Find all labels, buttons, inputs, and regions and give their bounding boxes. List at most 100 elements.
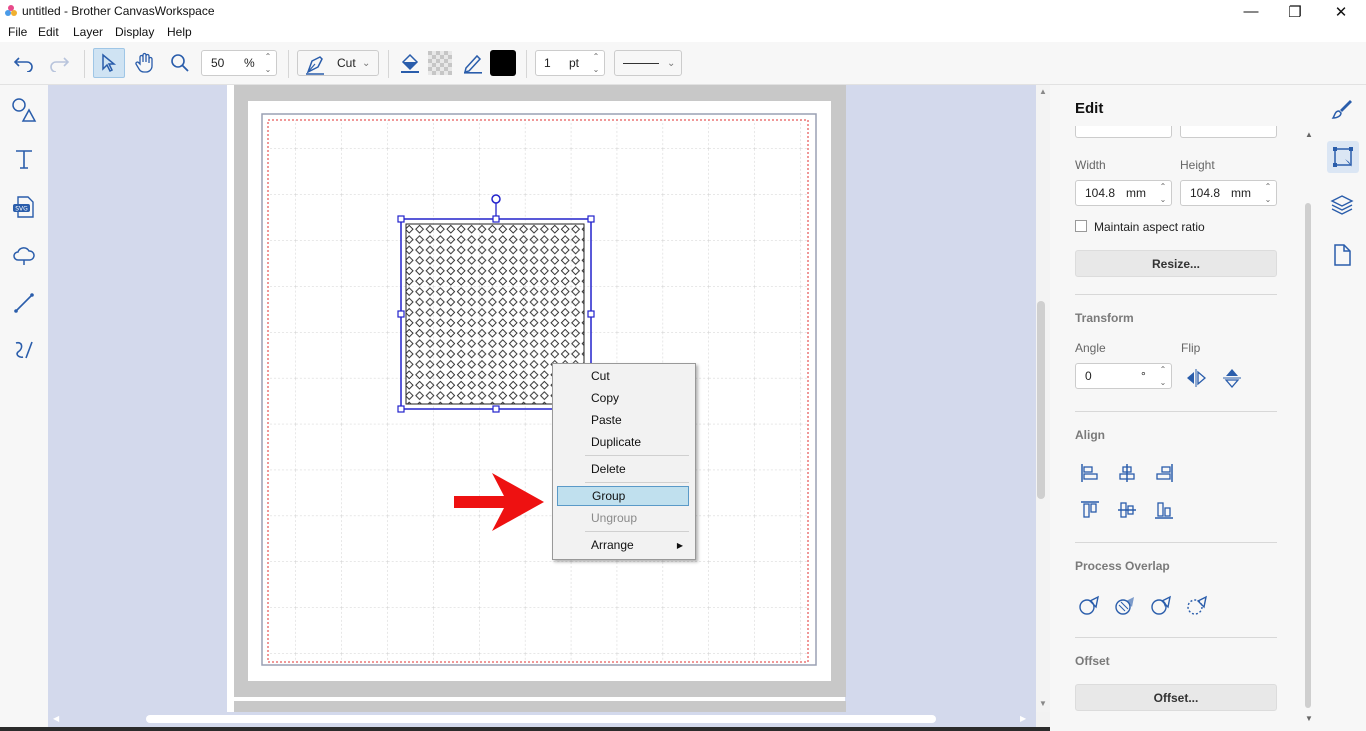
- ctx-duplicate[interactable]: Duplicate: [557, 433, 689, 453]
- cloud-shape-icon: [13, 247, 35, 265]
- maintain-aspect-label: Maintain aspect ratio: [1094, 220, 1205, 234]
- redo-icon: [50, 57, 70, 72]
- red-arrow-icon: [454, 473, 544, 531]
- ctx-group[interactable]: Group: [557, 486, 689, 506]
- fill-pattern-button[interactable]: [426, 49, 454, 77]
- edit-tab[interactable]: [1327, 141, 1359, 173]
- redo-button[interactable]: [45, 49, 73, 77]
- align-middle-icon[interactable]: [1116, 499, 1138, 521]
- ctx-arrange[interactable]: Arrange ▶: [557, 536, 689, 556]
- line-width-stepper[interactable]: ⌃ ⌄: [590, 52, 602, 74]
- chevron-down-icon[interactable]: ⌄: [265, 65, 272, 74]
- ctx-ungroup[interactable]: Ungroup: [557, 509, 689, 529]
- height-field[interactable]: 104.8 mm ⌃ ⌄: [1180, 180, 1277, 206]
- pan-tool-button[interactable]: [131, 49, 159, 77]
- menu-layer[interactable]: Layer: [73, 25, 103, 39]
- section-divider: [1075, 294, 1277, 295]
- width-field[interactable]: 104.8 mm ⌃ ⌄: [1075, 180, 1172, 206]
- line-width-field[interactable]: 1 pt ⌃ ⌄: [535, 50, 605, 76]
- attributes-tab[interactable]: [1328, 95, 1356, 123]
- freehand-tool[interactable]: [10, 336, 38, 364]
- toolbar-divider: [84, 50, 85, 78]
- weld-icon[interactable]: [1078, 593, 1102, 617]
- chevron-down-icon[interactable]: ⌄: [1160, 378, 1167, 387]
- select-tool-button[interactable]: [93, 48, 125, 78]
- resize-button[interactable]: Resize...: [1075, 250, 1277, 277]
- layers-icon: [1330, 195, 1354, 215]
- angle-unit: °: [1141, 369, 1146, 383]
- maintain-aspect-checkbox[interactable]: [1075, 220, 1087, 232]
- window-title: untitled - Brother CanvasWorkspace: [22, 4, 215, 18]
- line-tool[interactable]: [10, 289, 38, 317]
- align-center-icon[interactable]: [1116, 462, 1138, 484]
- align-top-icon[interactable]: [1079, 499, 1101, 521]
- scroll-down-icon[interactable]: ▼: [1305, 714, 1313, 723]
- fill-color-button[interactable]: [396, 49, 424, 77]
- scroll-down-icon[interactable]: ▼: [1039, 699, 1047, 708]
- cut-mode-dropdown[interactable]: Cut ⌄: [297, 50, 379, 76]
- vertical-scroll-thumb[interactable]: [1037, 301, 1045, 499]
- toolbar: 50 % ⌃ ⌄ Cut ⌄ 1 pt ⌃ ⌄ ⌄: [0, 42, 1366, 85]
- panel-scrollbar[interactable]: ▲ ▼: [1302, 128, 1316, 728]
- exclude-icon[interactable]: [1114, 593, 1138, 617]
- chevron-up-icon[interactable]: ⌃: [1160, 182, 1167, 191]
- align-left-icon[interactable]: [1079, 462, 1101, 484]
- flip-vertical-icon[interactable]: [1221, 367, 1243, 389]
- pattern-tool[interactable]: [10, 241, 38, 269]
- line-style-dropdown[interactable]: ⌄: [614, 50, 682, 76]
- zoom-unit: %: [244, 56, 255, 70]
- height-stepper[interactable]: ⌃ ⌄: [1262, 182, 1274, 204]
- intersect-icon[interactable]: [1150, 593, 1174, 617]
- zoom-stepper[interactable]: ⌃ ⌄: [262, 52, 274, 74]
- ctx-delete[interactable]: Delete: [557, 460, 689, 480]
- angle-field[interactable]: 0 ° ⌃ ⌄: [1075, 363, 1172, 389]
- layers-tab[interactable]: [1328, 191, 1356, 219]
- pointer-icon: [102, 53, 117, 73]
- scroll-right-icon[interactable]: ▶: [1020, 714, 1026, 723]
- undo-button[interactable]: [10, 49, 38, 77]
- angle-stepper[interactable]: ⌃ ⌄: [1157, 365, 1169, 387]
- flip-horizontal-icon[interactable]: [1185, 367, 1207, 389]
- offset-button[interactable]: Offset...: [1075, 684, 1277, 711]
- zoom-tool-button[interactable]: [166, 49, 194, 77]
- scroll-left-icon[interactable]: ◀: [53, 714, 59, 723]
- width-stepper[interactable]: ⌃ ⌄: [1157, 182, 1169, 204]
- chevron-up-icon[interactable]: ⌃: [1160, 365, 1167, 374]
- line-color-swatch[interactable]: [490, 50, 516, 76]
- menu-help[interactable]: Help: [167, 25, 192, 39]
- vertical-scrollbar[interactable]: ▲ ▼: [1036, 85, 1050, 712]
- align-right-icon[interactable]: [1153, 462, 1175, 484]
- chevron-down-icon[interactable]: ⌄: [1265, 195, 1272, 204]
- transform-box-icon: [1333, 147, 1353, 167]
- menu-file[interactable]: File: [8, 25, 27, 39]
- menu-display[interactable]: Display: [115, 25, 154, 39]
- chevron-down-icon[interactable]: ⌄: [1160, 195, 1167, 204]
- panel-scroll-thumb[interactable]: [1305, 203, 1311, 708]
- chevron-up-icon[interactable]: ⌃: [1265, 182, 1272, 191]
- svg-import-tool[interactable]: SVG: [10, 193, 38, 221]
- canvas-area[interactable]: [48, 85, 1036, 712]
- maximize-button[interactable]: ❐: [1272, 0, 1318, 23]
- close-button[interactable]: ✕: [1318, 0, 1364, 23]
- chevron-down-icon[interactable]: ⌄: [593, 65, 600, 74]
- line-color-button[interactable]: [459, 49, 487, 77]
- shapes-tool[interactable]: [10, 96, 38, 124]
- ctx-paste[interactable]: Paste: [557, 411, 689, 431]
- subtract-icon[interactable]: [1186, 593, 1210, 617]
- zoom-field[interactable]: 50 % ⌃ ⌄: [201, 50, 277, 76]
- scroll-up-icon[interactable]: ▲: [1039, 87, 1047, 96]
- page-settings-tab[interactable]: [1328, 241, 1356, 269]
- chevron-up-icon[interactable]: ⌃: [265, 52, 272, 61]
- scroll-up-icon[interactable]: ▲: [1305, 130, 1313, 139]
- menu-edit[interactable]: Edit: [38, 25, 59, 39]
- text-tool[interactable]: [10, 145, 38, 173]
- chevron-up-icon[interactable]: ⌃: [593, 52, 600, 61]
- horizontal-scrollbar[interactable]: ◀ ▶: [48, 712, 1036, 727]
- ctx-cut[interactable]: Cut: [557, 367, 689, 387]
- ctx-separator: [585, 482, 689, 483]
- ctx-copy[interactable]: Copy: [557, 389, 689, 409]
- align-bottom-icon[interactable]: [1153, 499, 1175, 521]
- horizontal-scroll-thumb[interactable]: [146, 715, 936, 723]
- line-width-unit: pt: [569, 56, 580, 70]
- minimize-button[interactable]: —: [1228, 0, 1274, 23]
